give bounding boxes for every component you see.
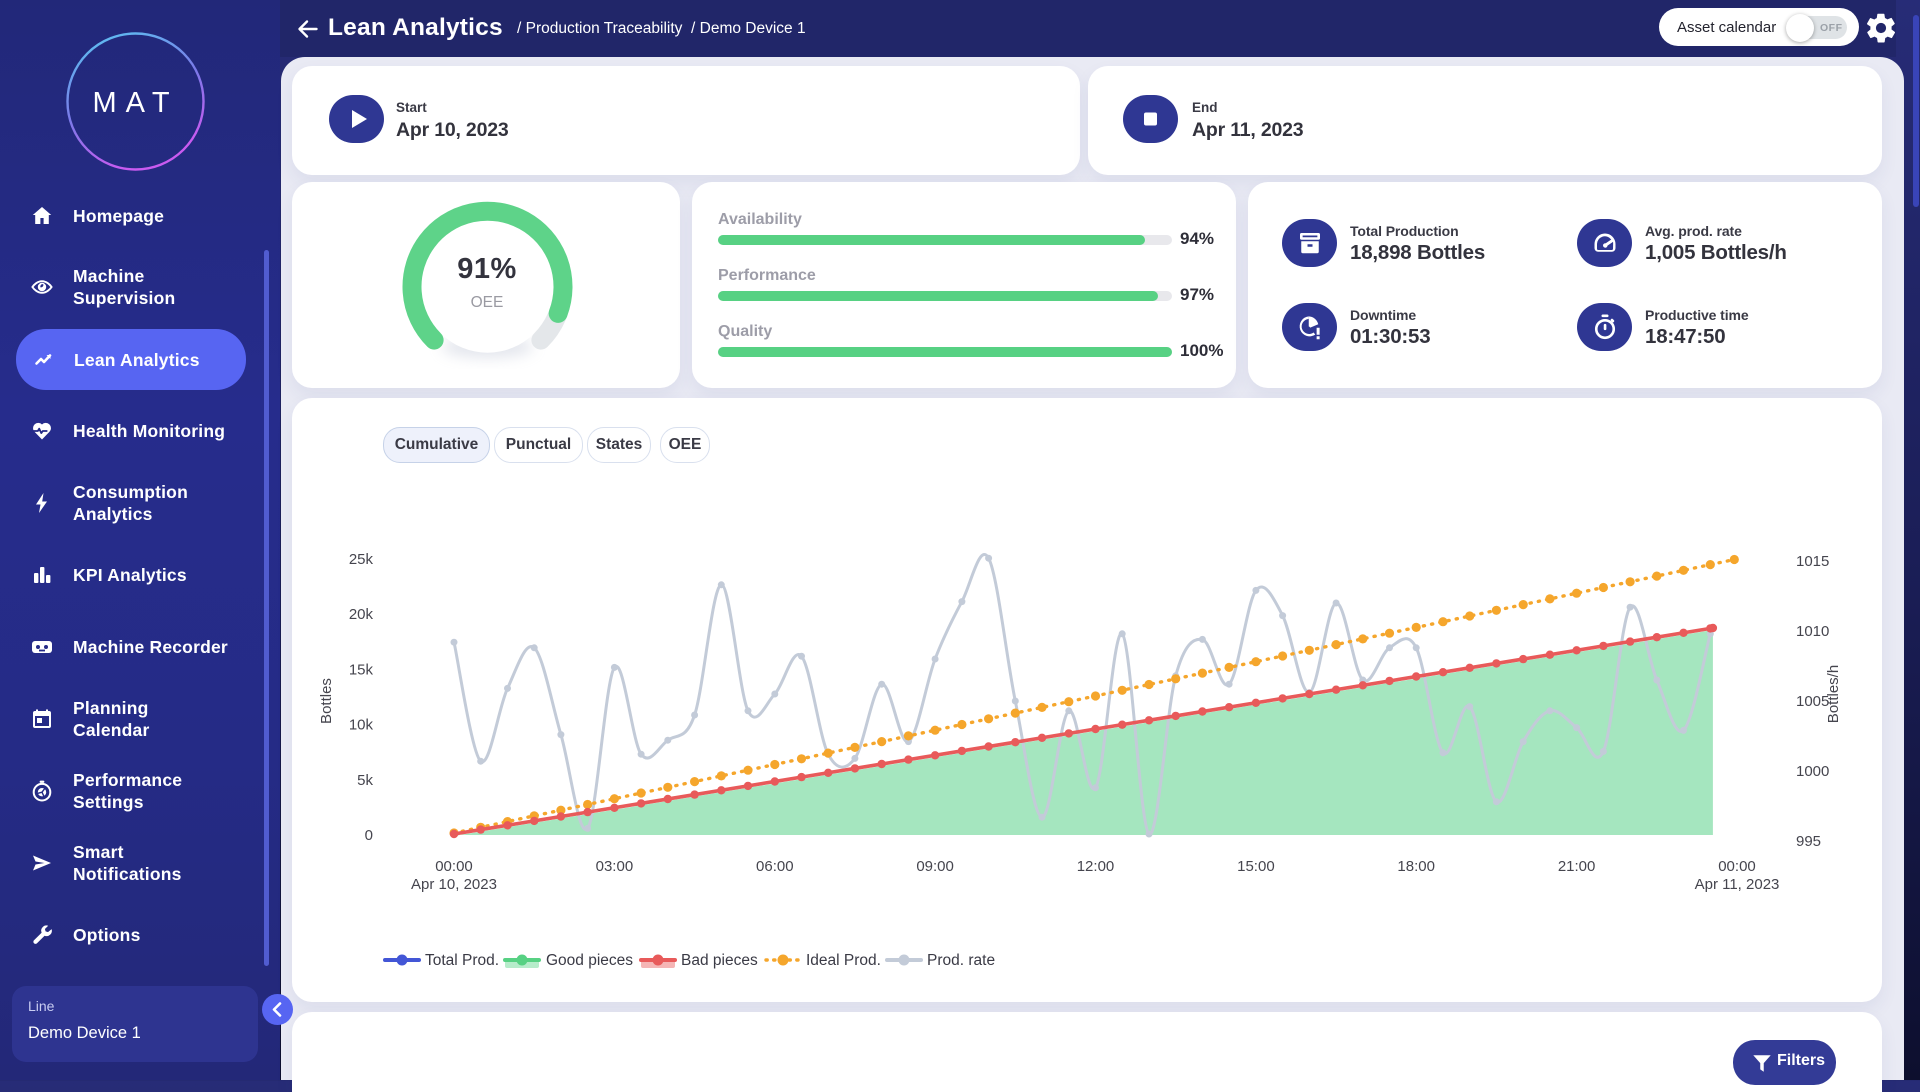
svg-text:Apr 10, 2023: Apr 10, 2023 [411,876,497,893]
svg-text:03:00: 03:00 [596,858,634,875]
svg-text:20k: 20k [349,606,374,623]
svg-text:09:00: 09:00 [916,858,954,875]
svg-text:12:00: 12:00 [1077,858,1115,875]
svg-text:MAT: MAT [92,87,178,119]
svg-text:995: 995 [1796,833,1821,850]
svg-text:18:00: 18:00 [1397,858,1435,875]
svg-text:1010: 1010 [1796,623,1829,640]
svg-text:00:00: 00:00 [435,858,473,875]
svg-text:1000: 1000 [1796,763,1829,780]
svg-text:0: 0 [365,827,373,844]
svg-text:Bottles/h: Bottles/h [1825,665,1842,723]
svg-text:00:00: 00:00 [1718,858,1756,875]
svg-text:15:00: 15:00 [1237,858,1275,875]
svg-text:Bottles: Bottles [318,678,335,724]
svg-text:10k: 10k [349,717,374,734]
svg-text:Apr 11, 2023: Apr 11, 2023 [1695,876,1780,893]
svg-text:25k: 25k [349,551,374,568]
svg-text:5k: 5k [357,772,373,789]
svg-text:21:00: 21:00 [1558,858,1596,875]
svg-text:15k: 15k [349,661,374,678]
svg-text:1015: 1015 [1796,553,1829,570]
svg-text:06:00: 06:00 [756,858,794,875]
